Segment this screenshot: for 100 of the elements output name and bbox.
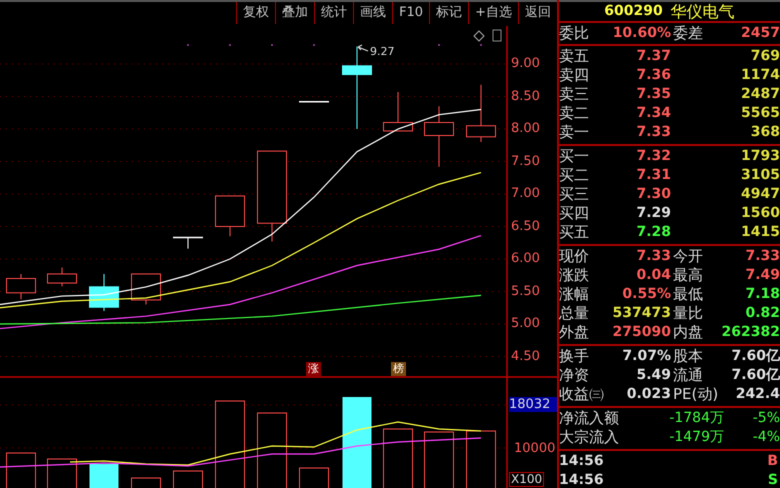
stock-code: 600290: [604, 2, 663, 21]
field-label: 换手: [559, 347, 590, 366]
field-label: 股本: [672, 347, 704, 366]
field-label: 大宗流入: [559, 428, 620, 447]
order-level-label: 卖五: [559, 47, 590, 66]
candlestick: [466, 84, 496, 142]
field-label: 总量: [559, 304, 590, 323]
volume-bar: [47, 458, 77, 488]
field-label: 涨幅: [559, 285, 590, 304]
order-price: 7.37: [635, 47, 671, 66]
order-price: 7.29: [635, 204, 671, 223]
price-axis-label: 6.00: [511, 252, 540, 266]
order-level-label: 卖二: [559, 104, 590, 123]
field-value: 537473: [612, 304, 671, 323]
field-value: 2457: [740, 24, 780, 43]
toolbar-button[interactable]: 统计: [314, 2, 354, 24]
diamond-icon[interactable]: [473, 30, 485, 42]
field-value: 262382: [721, 323, 780, 342]
marker-dot: [480, 44, 482, 46]
marker-dot: [438, 44, 440, 46]
order-volume: 1793: [740, 147, 780, 166]
field-value: 242.4: [734, 385, 780, 404]
field-value: 275090: [612, 323, 671, 342]
order-volume: 3105: [740, 166, 780, 185]
candlestick: [89, 273, 119, 312]
field-label: 收益㈢: [559, 385, 605, 404]
order-volume: 769: [750, 47, 780, 66]
order-volume: 5565: [740, 104, 780, 123]
candlestick: [215, 195, 245, 237]
order-volume: 2487: [740, 85, 780, 104]
volume-bar: [131, 478, 161, 488]
field-label: PE(动): [672, 385, 720, 404]
candlestick: [299, 100, 329, 102]
price-axis-label: 4.50: [511, 350, 540, 364]
marker-dot: [271, 44, 273, 46]
chart-marker-badge: 涨: [306, 362, 321, 376]
field-value: 10.60%: [612, 24, 671, 43]
field-value: -5%: [752, 409, 780, 428]
order-level-label: 买五: [559, 223, 590, 242]
toolbar-button[interactable]: 返回: [518, 2, 557, 24]
order-level-label: 卖一: [559, 123, 590, 142]
order-price: 7.28: [635, 223, 671, 242]
order-volume: 1415: [740, 223, 780, 242]
field-label: 最低: [672, 285, 704, 304]
toolbar-button[interactable]: 叠加: [275, 2, 314, 24]
volume-bar: [383, 428, 413, 488]
trade-side: S: [766, 471, 779, 488]
volume-unit-label: X100: [509, 472, 544, 487]
order-level-label: 卖四: [559, 66, 590, 85]
field-value: 7.07%: [621, 347, 671, 366]
marker-dot: [229, 44, 231, 46]
field-label: 量比: [672, 304, 704, 323]
price-axis-label: 9.00: [511, 57, 540, 71]
field-value: 0.82: [744, 304, 780, 323]
order-volume: 4947: [740, 185, 780, 204]
panel-icon[interactable]: [492, 30, 502, 42]
order-price: 7.36: [635, 66, 671, 85]
price-axis-label: 8.00: [511, 122, 540, 136]
field-label: 净流入额: [559, 409, 620, 428]
order-price: 7.33: [635, 123, 671, 142]
candlestick: [131, 273, 161, 305]
marker-dot: [313, 44, 315, 46]
price-axis-label: 5.00: [511, 317, 540, 331]
trade-time: 14:56: [559, 471, 605, 488]
field-value: 7.18: [744, 285, 780, 304]
price-axis-label: 7.50: [511, 154, 540, 168]
field-value: 7.60亿: [730, 366, 780, 385]
field-label: 委差: [672, 24, 704, 43]
field-label: 委比: [559, 24, 590, 43]
price-axis-label: 5.50: [511, 284, 540, 298]
order-price: 7.31: [635, 166, 671, 185]
order-level-label: 买四: [559, 204, 590, 223]
order-volume: 1560: [740, 204, 780, 223]
volume-bar: [424, 432, 454, 488]
field-value: -4%: [752, 428, 780, 447]
order-volume: 368: [750, 123, 780, 142]
peak-price-label: 9.27: [370, 45, 394, 58]
order-level-label: 买二: [559, 166, 590, 185]
volume-axis-label: 10000: [514, 441, 556, 456]
toolbar-button[interactable]: 复权: [236, 2, 276, 24]
toolbar-button[interactable]: 标记: [429, 2, 468, 24]
field-value: 0.55%: [621, 285, 671, 304]
order-price: 7.32: [635, 147, 671, 166]
volume-bar: [299, 468, 329, 488]
candlestick: [383, 91, 413, 132]
candlestick: [47, 266, 77, 287]
toolbar-button[interactable]: 画线: [353, 2, 392, 24]
peak-arrow-icon: [358, 44, 368, 52]
trade-time: 14:56: [559, 452, 605, 471]
volume-bar: [90, 464, 118, 488]
stock-name: 华仪电气: [670, 2, 735, 21]
toolbar-button[interactable]: +自选: [468, 2, 518, 24]
candlestick: [6, 273, 36, 300]
volume-axis-label: 18032: [509, 397, 557, 412]
field-value: 7.49: [744, 266, 780, 285]
field-label: 现价: [559, 247, 590, 266]
toolbar-button[interactable]: F10: [392, 2, 430, 24]
order-price: 7.30: [635, 185, 671, 204]
order-volume: 1174: [740, 66, 780, 85]
marker-dot: [187, 44, 189, 46]
